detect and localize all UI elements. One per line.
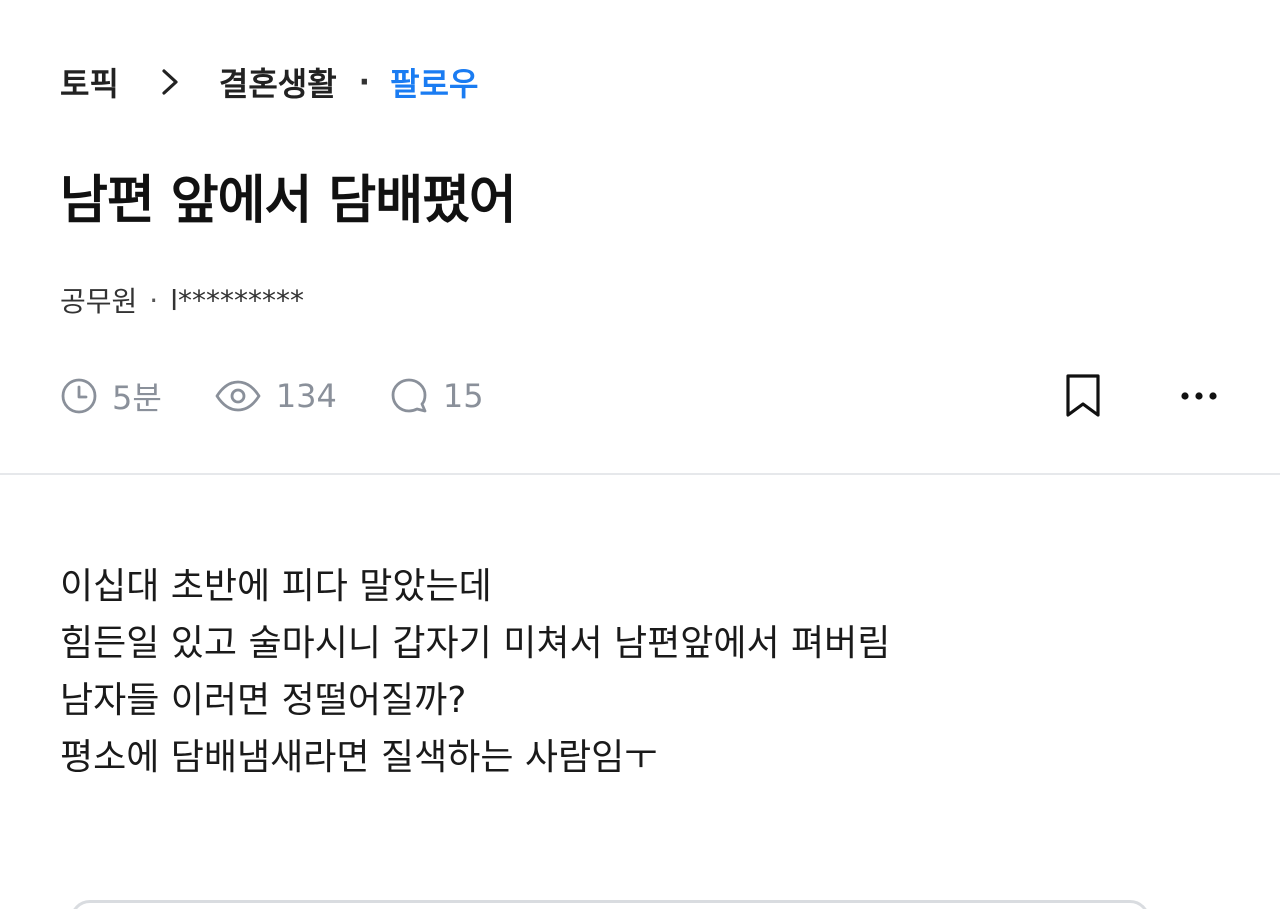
post-title: 남편 앞에서 담배폈어 [60,171,517,231]
breadcrumb-separator: · [358,64,371,100]
views-meta: 134 [214,377,337,415]
comments-meta[interactable]: 15 [389,376,484,416]
time-meta: 5분 [60,373,162,419]
bottom-card [70,900,1150,909]
author-separator: · [149,283,159,317]
breadcrumb: 토픽 결혼생활 · 팔로우 [60,58,478,106]
breadcrumb-root[interactable]: 토픽 [60,59,119,105]
follow-button[interactable]: 팔로우 [390,59,478,105]
body-line: 이십대 초반에 피다 말았는데 [60,566,492,607]
breadcrumb-topic[interactable]: 결혼생활 [219,59,337,105]
more-icon[interactable] [1180,391,1218,401]
author-info[interactable]: 공무원 · l********* [60,280,304,320]
post-page: 토픽 결혼생활 · 팔로우 남편 앞에서 담배폈어 공무원 · l*******… [0,0,1280,909]
post-body: 이십대 초반에 피다 말았는데 힘든일 있고 술마시니 갑자기 미쳐서 남편앞에… [60,558,890,786]
post-meta: 5분 134 15 [60,370,536,422]
views-value: 134 [275,377,337,415]
eye-icon [215,380,261,412]
body-line: 평소에 담배냄새라면 질색하는 사람임ㅜ [60,737,658,778]
comments-value: 15 [442,377,484,415]
author-job: 공무원 [60,285,138,318]
body-line: 남자들 이러면 정떨어질까? [60,680,467,721]
divider [0,473,1280,475]
chevron-right-icon [162,69,178,95]
clock-icon [61,378,97,414]
time-value: 5분 [112,379,162,417]
bookmark-icon[interactable] [1064,373,1102,419]
comment-icon [391,378,427,413]
author-id: l********* [170,283,304,317]
body-line: 힘든일 있고 술마시니 갑자기 미쳐서 남편앞에서 펴버림 [60,623,891,664]
post-actions [1064,368,1218,424]
